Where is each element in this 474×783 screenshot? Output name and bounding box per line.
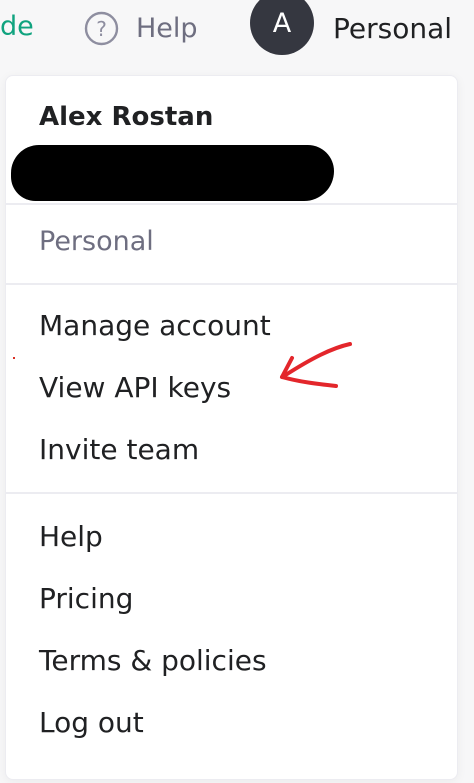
top-navigation: de ? Help A Personal xyxy=(0,0,474,58)
account-menu-button[interactable]: A Personal xyxy=(250,0,452,58)
menu-divider xyxy=(6,203,457,205)
invite-team-item[interactable]: Invite team xyxy=(39,433,199,466)
avatar-initial: A xyxy=(272,7,292,39)
help-circle-icon: ? xyxy=(84,11,119,46)
redacted-email xyxy=(11,145,334,201)
menu-divider xyxy=(6,492,457,494)
manage-account-item[interactable]: Manage account xyxy=(39,309,271,342)
account-dropdown-menu: Alex Rostan Personal Manage account View… xyxy=(5,75,458,780)
organization-label: Personal xyxy=(39,226,154,257)
account-name-label: Personal xyxy=(333,11,453,45)
help-item[interactable]: Help xyxy=(39,520,103,553)
menu-divider xyxy=(6,283,457,285)
user-name: Alex Rostan xyxy=(39,102,214,132)
view-api-keys-item[interactable]: View API keys xyxy=(39,371,231,404)
avatar: A xyxy=(250,0,314,55)
svg-text:?: ? xyxy=(96,17,107,41)
help-nav-label: Help xyxy=(136,12,198,44)
terms-policies-item[interactable]: Terms & policies xyxy=(39,644,267,677)
upgrade-link[interactable]: de xyxy=(0,8,34,46)
pricing-item[interactable]: Pricing xyxy=(39,582,133,615)
annotation-arrow-icon xyxy=(280,342,352,388)
annotation-dot xyxy=(13,357,15,359)
log-out-item[interactable]: Log out xyxy=(39,706,144,739)
help-nav-link[interactable]: ? Help xyxy=(84,8,198,48)
